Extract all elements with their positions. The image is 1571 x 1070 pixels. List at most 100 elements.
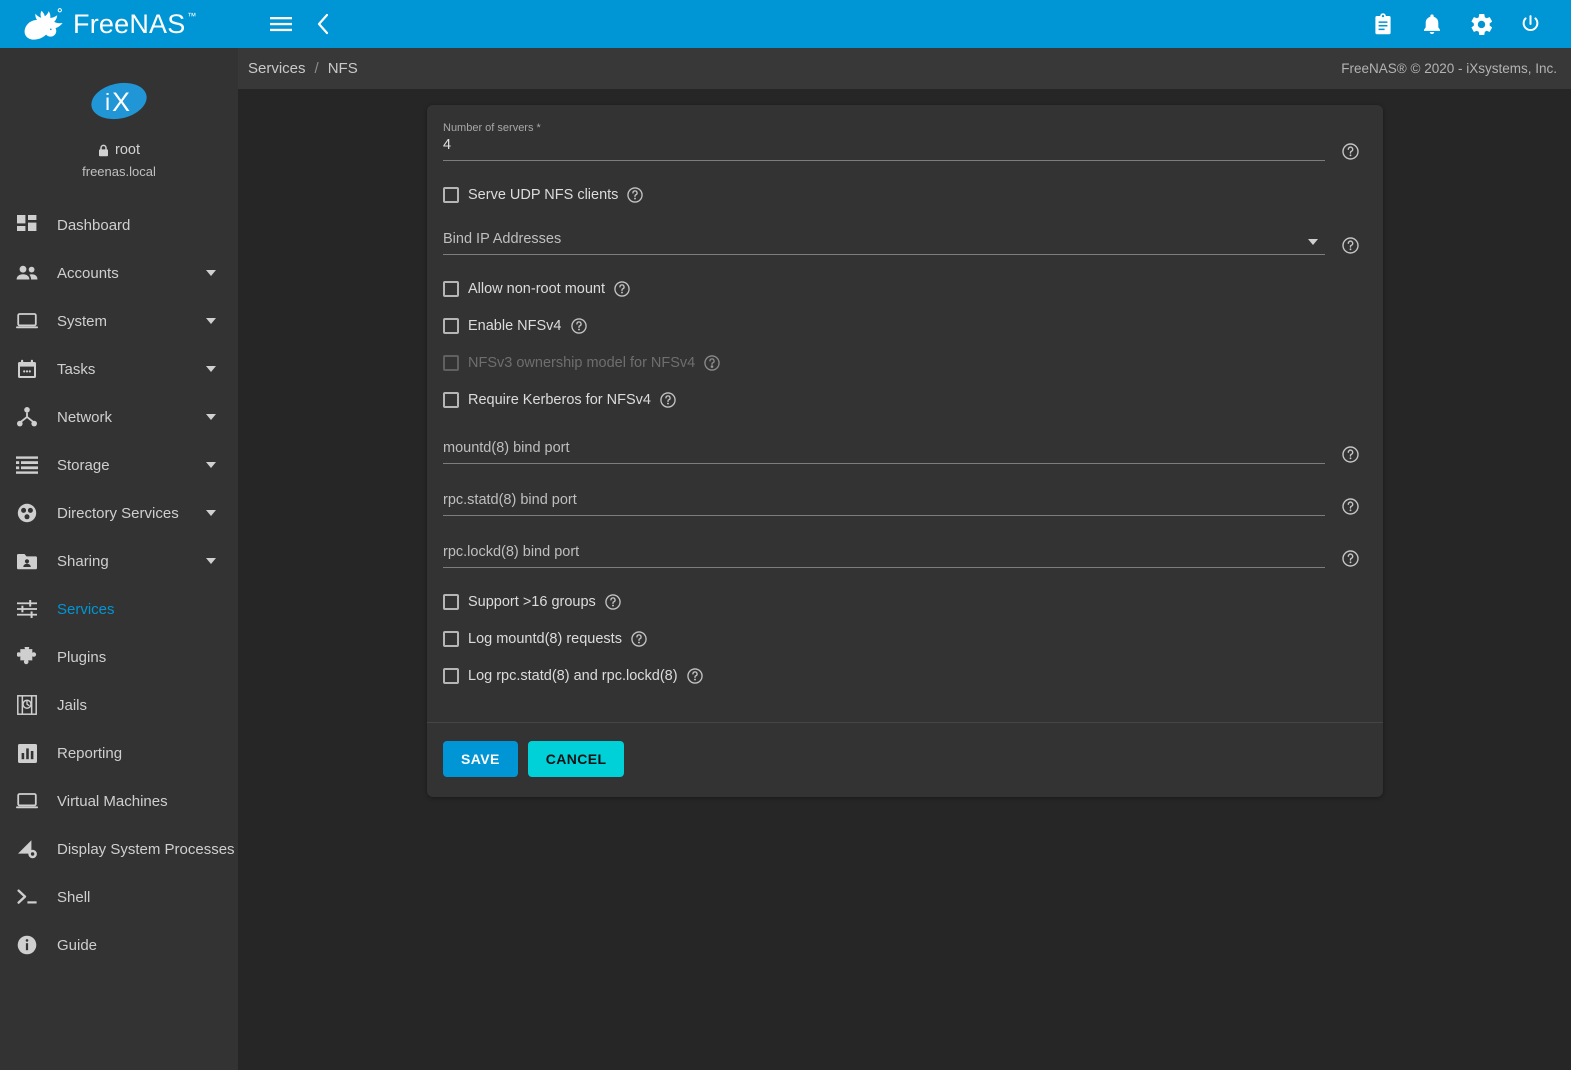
checkbox-row-log-statd-lockd[interactable]: Log rpc.statd(8) and rpc.lockd(8)	[427, 664, 1383, 688]
help-circle-icon[interactable]	[605, 594, 621, 610]
sidebar-item-jails[interactable]: Jails	[0, 681, 238, 729]
checkbox-row-support-16-groups[interactable]: Support >16 groups	[427, 590, 1383, 614]
chevron-down-icon[interactable]	[1308, 239, 1318, 245]
help-circle-icon[interactable]	[1342, 446, 1359, 463]
sidebar-item-sharing[interactable]: Sharing	[0, 537, 238, 585]
statd-port-field[interactable]: rpc.statd(8) bind port	[443, 490, 1367, 516]
require-kerberos-checkbox[interactable]	[443, 392, 459, 408]
serve-udp-checkbox[interactable]	[443, 187, 459, 203]
help-circle-icon[interactable]	[1342, 237, 1359, 254]
sidebar-item-system[interactable]: System	[0, 297, 238, 345]
save-button[interactable]: SAVE	[443, 741, 518, 777]
breadcrumb-item-services[interactable]: Services	[248, 60, 306, 77]
sidebar-hostname: freenas.local	[82, 164, 156, 179]
support-16-groups-checkbox[interactable]	[443, 594, 459, 610]
freenas-app-window: FreeNAS™	[0, 0, 1571, 1070]
checkbox-row-allow-non-root[interactable]: Allow non-root mount	[427, 277, 1383, 301]
nfsv3-ownership-checkbox	[443, 355, 459, 371]
sidebar-item-virtual-machines[interactable]: Virtual Machines	[0, 777, 238, 825]
log-mountd-checkbox[interactable]	[443, 631, 459, 647]
statd-port-placeholder: rpc.statd(8) bind port	[443, 490, 1325, 510]
sidebar-item-reporting[interactable]: Reporting	[0, 729, 238, 777]
field-row-statd-port: rpc.statd(8) bind port	[427, 490, 1383, 516]
help-circle-icon[interactable]	[627, 187, 643, 203]
sidebar-item-accounts[interactable]: Accounts	[0, 249, 238, 297]
chevron-left-icon[interactable]	[306, 7, 340, 41]
help-circle-icon[interactable]	[660, 392, 676, 408]
hamburger-menu-icon[interactable]	[264, 7, 298, 41]
enable-nfsv4-label: Enable NFSv4	[468, 318, 562, 334]
sidebar-item-dashboard[interactable]: Dashboard	[0, 201, 238, 249]
number-of-servers-field[interactable]: Number of servers * 4	[443, 121, 1367, 161]
checkbox-row-enable-nfsv4[interactable]: Enable NFSv4	[427, 314, 1383, 338]
cancel-button[interactable]: CANCEL	[528, 741, 625, 777]
spacer	[427, 375, 1383, 388]
mountd-port-field[interactable]: mountd(8) bind port	[443, 438, 1367, 464]
chevron-down-icon[interactable]	[206, 318, 216, 324]
chevron-down-icon[interactable]	[206, 510, 216, 516]
spacer	[427, 301, 1383, 314]
sidebar-item-plugins[interactable]: Plugins	[0, 633, 238, 681]
freenas-fish-logo	[22, 7, 64, 41]
clipboard-tasks-icon[interactable]	[1366, 7, 1400, 41]
chevron-down-icon[interactable]	[206, 366, 216, 372]
sidebar-item-directory-services[interactable]: Directory Services	[0, 489, 238, 537]
help-circle-icon[interactable]	[687, 668, 703, 684]
sidebar-profile: i X root freenas.local	[0, 48, 238, 179]
log-statd-lockd-checkbox[interactable]	[443, 668, 459, 684]
number-of-servers-label: Number of servers *	[443, 121, 1325, 135]
sidebar-item-services[interactable]: Services	[0, 585, 238, 633]
top-bar-right-icons	[1366, 7, 1555, 41]
sidebar-item-label: Storage	[57, 457, 110, 474]
checkbox-row-require-kerberos[interactable]: Require Kerberos for NFSv4	[427, 388, 1383, 412]
allow-non-root-checkbox[interactable]	[443, 281, 459, 297]
help-circle-icon[interactable]	[631, 631, 647, 647]
require-kerberos-label: Require Kerberos for NFSv4	[468, 392, 651, 408]
brand-trademark: ™	[187, 12, 196, 21]
puzzle-piece-icon	[12, 647, 42, 667]
lockd-port-field[interactable]: rpc.lockd(8) bind port	[443, 542, 1367, 568]
storage-list-icon	[12, 456, 42, 474]
gear-settings-icon[interactable]	[1464, 7, 1498, 41]
spacer	[427, 255, 1383, 277]
help-circle-icon[interactable]	[614, 281, 630, 297]
chevron-down-icon[interactable]	[206, 270, 216, 276]
sidebar-item-tasks[interactable]: Tasks	[0, 345, 238, 393]
bind-ip-select[interactable]: Bind IP Addresses	[443, 229, 1367, 255]
jail-bars-icon	[12, 695, 42, 715]
spacer	[427, 568, 1383, 590]
sidebar-item-guide[interactable]: Guide	[0, 921, 238, 969]
sidebar-item-display-system-processes[interactable]: Display System Processes	[0, 825, 238, 873]
field-row-mountd-port: mountd(8) bind port	[427, 438, 1383, 464]
help-circle-icon[interactable]	[1342, 550, 1359, 567]
calendar-icon	[12, 359, 42, 379]
sidebar-item-network[interactable]: Network	[0, 393, 238, 441]
spacer	[427, 464, 1383, 490]
sidebar-item-label: Guide	[57, 937, 97, 954]
checkbox-row-log-mountd[interactable]: Log mountd(8) requests	[427, 627, 1383, 651]
help-circle-icon[interactable]	[704, 355, 720, 371]
number-of-servers-field-inner: Number of servers * 4	[443, 121, 1325, 161]
sidebar-item-storage[interactable]: Storage	[0, 441, 238, 489]
bell-alerts-icon[interactable]	[1415, 7, 1449, 41]
chevron-down-icon[interactable]	[206, 558, 216, 564]
power-icon[interactable]	[1513, 7, 1547, 41]
help-circle-icon[interactable]	[1342, 498, 1359, 515]
number-of-servers-input[interactable]: 4	[443, 135, 1325, 155]
sidebar-item-label: Plugins	[57, 649, 106, 666]
help-circle-icon[interactable]	[1342, 143, 1359, 160]
help-circle-icon[interactable]	[571, 318, 587, 334]
info-circle-icon	[12, 935, 42, 955]
field-row-bind-ip: Bind IP Addresses	[427, 229, 1383, 255]
enable-nfsv4-checkbox[interactable]	[443, 318, 459, 334]
copyright-text: FreeNAS® © 2020 - iXsystems, Inc.	[1341, 61, 1557, 76]
chevron-down-icon[interactable]	[206, 414, 216, 420]
mountd-port-placeholder: mountd(8) bind port	[443, 438, 1325, 458]
breadcrumb-item-nfs[interactable]: NFS	[328, 60, 358, 77]
bind-ip-field-inner: Bind IP Addresses	[443, 229, 1325, 255]
checkbox-row-serve-udp[interactable]: Serve UDP NFS clients	[427, 183, 1383, 207]
chevron-down-icon[interactable]	[206, 462, 216, 468]
sidebar-item-label: Directory Services	[57, 505, 179, 522]
sidebar-user: root	[98, 142, 140, 158]
sidebar-item-shell[interactable]: Shell	[0, 873, 238, 921]
